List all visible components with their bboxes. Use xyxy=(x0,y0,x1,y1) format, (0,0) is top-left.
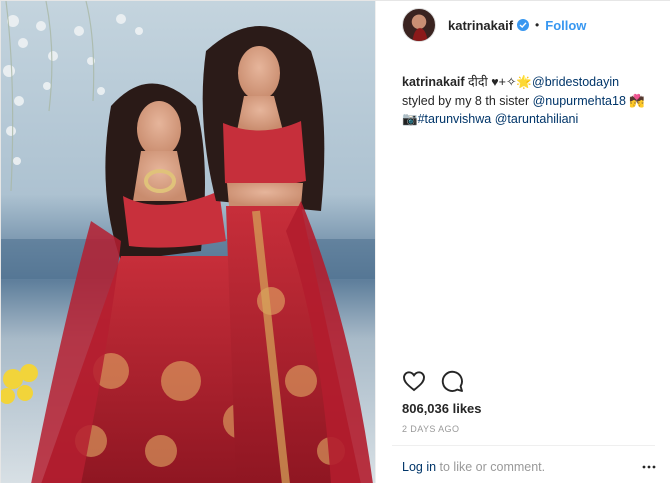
post-caption: katrinakaif दीदी ♥+✧🌟@bridestodayin styl… xyxy=(402,73,664,129)
verified-badge-icon xyxy=(517,19,530,31)
post-actions xyxy=(402,368,478,394)
caption-text-1: दीदी ♥+✧🌟 xyxy=(464,75,532,89)
caption-username[interactable]: katrinakaif xyxy=(402,75,465,89)
post-timestamp[interactable]: 2 DAYS AGO xyxy=(402,424,459,434)
post-sidebar: katrinakaif • Follow katrinakaif दीदी ♥+… xyxy=(375,1,670,483)
post-header: katrinakaif • Follow xyxy=(402,7,662,43)
post-photo[interactable] xyxy=(1,1,375,483)
divider xyxy=(392,445,655,446)
login-prompt: Log in to like or comment. xyxy=(402,460,545,474)
comment-icon[interactable] xyxy=(440,369,464,393)
mention-nupurmehta18[interactable]: @nupurmehta18 xyxy=(533,94,626,108)
separator-dot: • xyxy=(535,18,540,32)
caption-emoji: 💏 xyxy=(625,93,645,108)
follow-button[interactable]: Follow xyxy=(545,18,586,33)
caption-text-2: styled by my 8 th sister xyxy=(402,93,533,108)
login-prompt-text: to like or comment. xyxy=(436,460,546,474)
like-count[interactable]: 806,036 likes xyxy=(402,401,482,416)
camera-emoji: 📷 xyxy=(402,112,418,126)
more-options-icon[interactable] xyxy=(641,459,657,475)
heart-icon[interactable] xyxy=(402,369,426,393)
username[interactable]: katrinakaif xyxy=(448,18,513,33)
hashtag-tarunvishwa[interactable]: #tarunvishwa xyxy=(418,112,492,126)
mention-taruntahiliani[interactable]: @taruntahiliani xyxy=(495,112,579,126)
mention-bridestodayin[interactable]: @bridestodayin xyxy=(532,75,619,89)
instagram-post: katrinakaif • Follow katrinakaif दीदी ♥+… xyxy=(0,0,670,483)
photo-illustration xyxy=(1,1,375,483)
login-link[interactable]: Log in xyxy=(402,460,436,474)
avatar[interactable] xyxy=(402,8,436,42)
